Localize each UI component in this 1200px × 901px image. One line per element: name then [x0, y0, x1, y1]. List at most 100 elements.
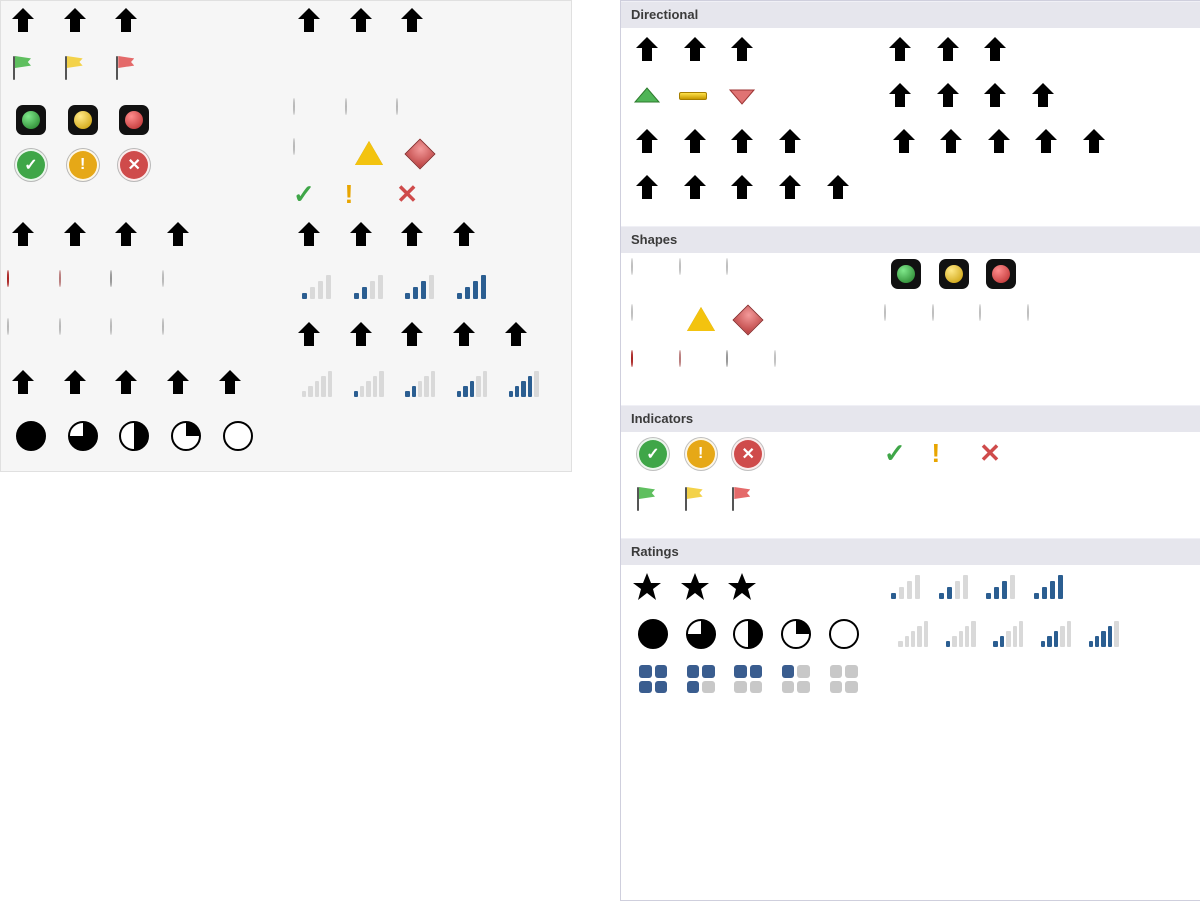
icon-set-3-traffic-lights-unrimmed[interactable]	[631, 259, 770, 301]
pie-25-icon	[781, 619, 811, 649]
icon-set-3-arrows-gray[interactable]	[884, 34, 1023, 76]
icon-set-3-flags[interactable]	[631, 484, 770, 526]
icon-set-3-stars[interactable]	[631, 571, 770, 613]
signal-bars-2-icon	[939, 575, 969, 599]
arrow-right-gray-icon	[345, 5, 393, 37]
arrow-upright-gray-icon	[932, 80, 976, 112]
arrow-down-gray-icon	[214, 367, 262, 399]
signal-bars-3-icon	[457, 371, 487, 397]
icon-set-red-to-black[interactable]	[7, 271, 210, 319]
arrow-upright-yellow-icon	[59, 219, 107, 251]
icon-set-5-quarters[interactable]	[7, 419, 262, 467]
section-directional	[621, 28, 1200, 226]
icon-set-3-traffic-lights-rimmed[interactable]	[884, 259, 1023, 301]
arrow-upright-gray-icon	[345, 219, 393, 251]
pie-50-icon	[119, 421, 149, 451]
signal-bars-2-icon	[993, 621, 1023, 647]
icon-set-4-ratings[interactable]	[884, 571, 1071, 613]
arrow-down-gray-icon	[1078, 126, 1122, 158]
circle-yellow-icon	[345, 98, 347, 115]
dash-yellow-icon	[679, 92, 723, 100]
signal-bars-0-icon	[898, 621, 928, 647]
arrow-downright-yellow-icon	[726, 126, 770, 158]
check-circle-green-icon: ✓	[15, 149, 47, 181]
icon-set-4-arrows-colored[interactable]	[631, 126, 818, 168]
arrow-up-green-icon	[7, 5, 55, 37]
signal-bars-1-icon	[354, 371, 384, 397]
arrow-downright-yellow-icon	[110, 219, 158, 251]
icon-set-4-ratings[interactable]	[293, 271, 496, 319]
boxes-3-icon	[687, 665, 715, 693]
section-header-ratings: Ratings	[621, 538, 1200, 565]
arrow-down-red-icon	[162, 219, 210, 251]
signal-bars-3-icon	[986, 575, 1016, 599]
signal-bars-4-icon	[1089, 621, 1119, 647]
icon-set-red-to-black[interactable]	[631, 351, 818, 393]
icon-set-3-signs[interactable]	[631, 305, 770, 347]
triangle-down-red-icon	[726, 80, 770, 112]
icon-set-5-arrows-gray[interactable]	[7, 367, 262, 415]
triangle-yellow-icon	[355, 141, 383, 165]
icon-set-3-symbols-uncircled[interactable]: ✓ ! ✕	[884, 438, 1023, 480]
arrow-upright-yellow-icon	[345, 319, 393, 351]
arrow-up-gray-icon	[293, 219, 341, 251]
arrow-upright-yellow-icon	[679, 126, 723, 158]
icon-set-3-arrows-colored[interactable]	[631, 34, 770, 76]
section-header-directional: Directional	[621, 1, 1200, 28]
exclaim-circle-yellow-icon: !	[685, 438, 717, 470]
arrow-upright-yellow-icon	[679, 172, 723, 204]
arrow-downright-yellow-icon	[448, 319, 496, 351]
icon-set-3-flags[interactable]	[7, 53, 158, 101]
arrow-upright-gray-icon	[59, 367, 107, 399]
arrow-right-gray-icon	[932, 34, 976, 66]
circle-red-icon	[726, 258, 728, 275]
diamond-red-icon	[405, 138, 436, 169]
icon-set-5-arrows-gray[interactable]	[888, 126, 1123, 168]
circle-yellow-icon	[932, 304, 934, 321]
signal-bars-1-icon	[946, 621, 976, 647]
signal-bars-0-icon	[302, 371, 332, 397]
section-header-shapes: Shapes	[621, 226, 1200, 253]
pie-100-icon	[16, 421, 46, 451]
circle-black-icon	[162, 318, 164, 335]
arrow-right-gray-icon	[983, 126, 1027, 158]
icon-set-4-traffic-lights[interactable]	[884, 305, 1071, 347]
exclaim-circle-yellow-icon: !	[67, 149, 99, 181]
icon-set-4-arrows-gray[interactable]	[884, 80, 1071, 122]
pie-75-icon	[686, 619, 716, 649]
icon-set-3-arrows-gray[interactable]	[293, 5, 444, 53]
arrow-right-gray-icon	[110, 367, 158, 399]
icon-set-3-arrows-colored[interactable]	[7, 5, 158, 53]
icon-set-4-traffic-lights[interactable]	[7, 319, 210, 367]
icon-set-3-triangles[interactable]	[631, 80, 770, 122]
circle-yellow-icon	[679, 258, 681, 275]
arrow-down-red-icon	[774, 126, 818, 158]
arrow-up-green-icon	[293, 319, 341, 351]
icon-set-3-traffic-lights-rimmed[interactable]	[7, 105, 158, 153]
circle-red-icon	[396, 98, 398, 115]
arrow-up-green-icon	[631, 126, 675, 158]
icon-set-5-arrows-colored[interactable]	[293, 319, 548, 367]
arrow-right-yellow-icon	[679, 34, 723, 66]
check-green-icon: ✓	[293, 179, 315, 209]
pie-0-icon	[223, 421, 253, 451]
check-green-icon: ✓	[884, 438, 906, 468]
icon-set-4-arrows-gray[interactable]	[293, 219, 496, 267]
arrow-downright-gray-icon	[396, 219, 444, 251]
circle-green-icon	[293, 98, 295, 115]
pie-0-icon	[829, 619, 859, 649]
icon-set-3-symbols-circled[interactable]: ✓ ! ✕	[631, 438, 770, 480]
icon-set-4-arrows-colored[interactable]	[7, 219, 210, 267]
boxes-1-icon	[782, 665, 810, 693]
icon-set-5-quarters[interactable]	[631, 617, 866, 659]
arrow-down-gray-icon	[396, 5, 444, 37]
icon-set-5-ratings[interactable]	[891, 617, 1126, 659]
traffic-light-red-icon	[986, 259, 1016, 289]
icon-set-5-boxes[interactable]	[631, 663, 866, 705]
x-circle-red-icon: ✕	[732, 438, 764, 470]
icon-set-3-symbols-circled[interactable]: ✓ ! ✕	[7, 149, 158, 197]
icon-set-5-arrows-colored[interactable]	[631, 172, 866, 214]
circle-green-icon	[631, 304, 633, 321]
icon-set-5-ratings[interactable]	[293, 367, 548, 415]
circle-green-icon	[7, 318, 9, 335]
